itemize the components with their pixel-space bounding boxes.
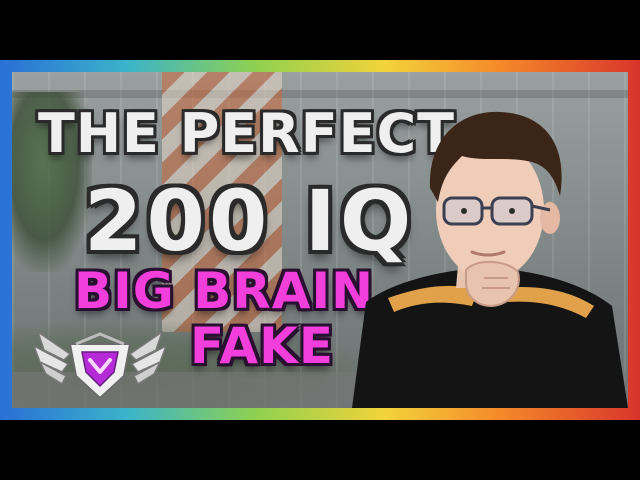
letterbox-bottom — [0, 420, 640, 480]
accent-line-1: BIG BRAIN — [74, 262, 374, 320]
eye-right — [509, 208, 515, 214]
thumbnail-canvas: THE PERFECT 200 IQ BIG BRAIN FAKE — [12, 72, 628, 408]
letterbox-top — [0, 0, 640, 60]
ear — [540, 202, 560, 234]
eye-left — [461, 208, 467, 214]
person-photo — [352, 111, 628, 408]
rank-badge-icon — [32, 330, 168, 400]
